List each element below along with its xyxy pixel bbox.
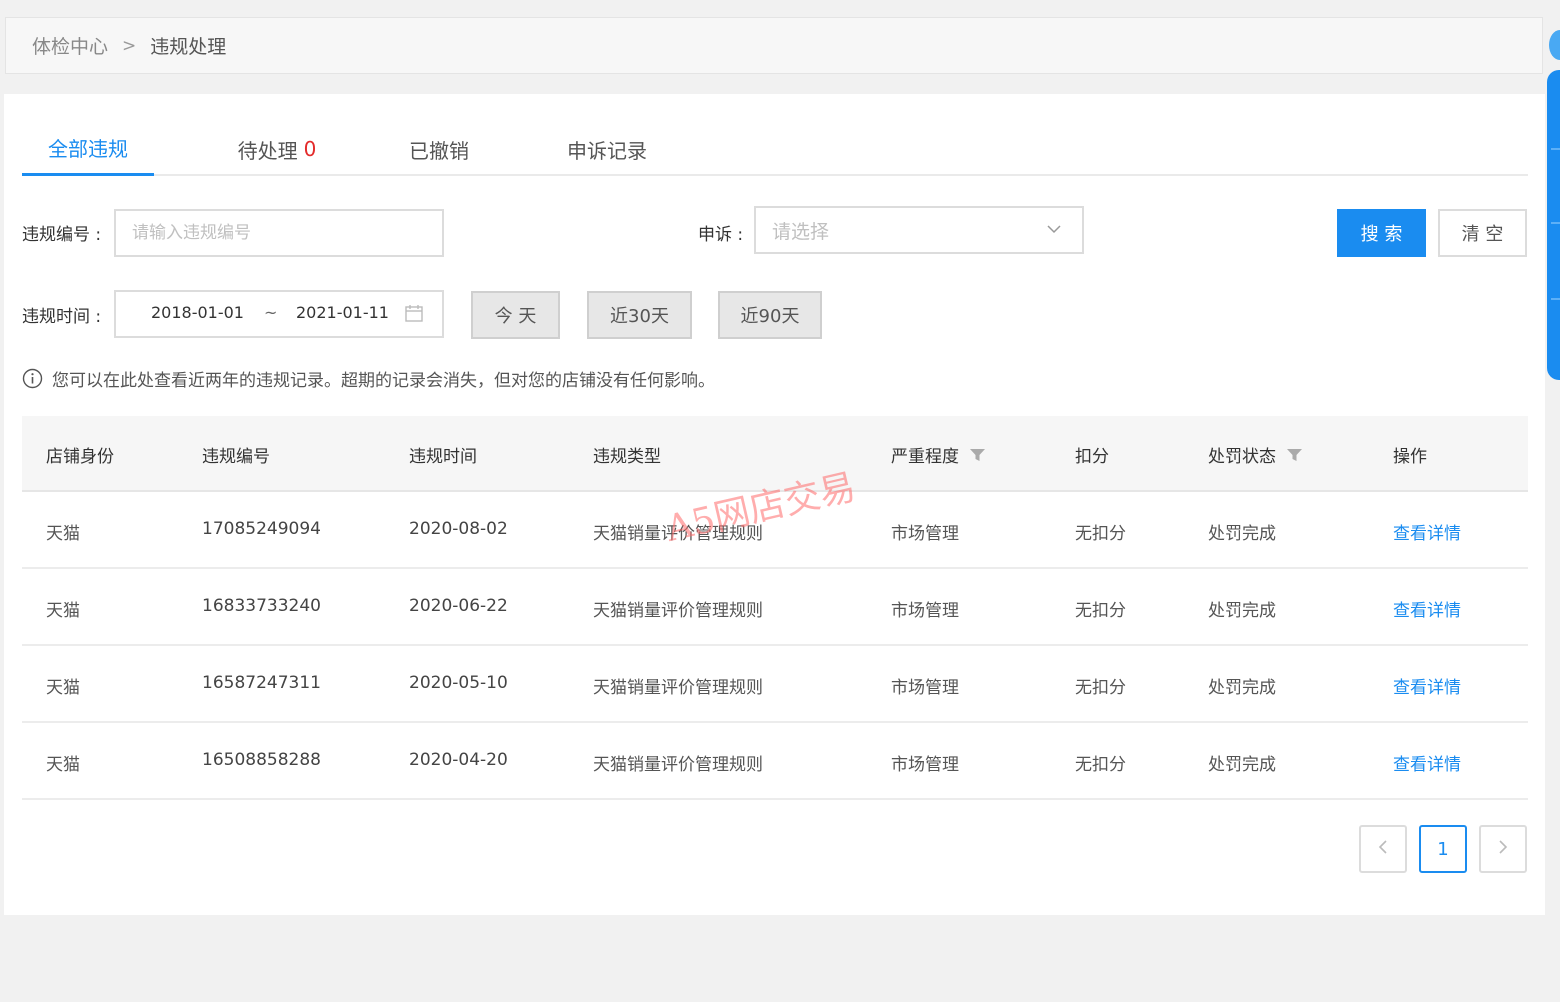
header-deduction: 扣分: [1075, 447, 1109, 467]
cell-severity: 市场管理: [891, 755, 959, 775]
tab-pending[interactable]: 待处理 0: [212, 122, 342, 176]
violation-no-input[interactable]: [114, 209, 444, 257]
breadcrumb-root[interactable]: 体检中心: [32, 32, 108, 59]
side-panel-handle[interactable]: [1547, 70, 1560, 380]
cell-violation-no: 17085249094: [202, 519, 321, 539]
table-row: 天猫 16833733240 2020-06-22 天猫销量评价管理规则 市场管…: [22, 569, 1528, 646]
page-number-button[interactable]: 1: [1419, 825, 1467, 873]
cell-violation-no: 16833733240: [202, 596, 321, 616]
violation-time-label: 违规时间 :: [22, 307, 102, 327]
chevron-left-icon: [1376, 839, 1390, 860]
info-icon: [22, 368, 43, 389]
cell-deduction: 无扣分: [1075, 755, 1126, 775]
cell-violation-time: 2020-08-02: [409, 519, 508, 539]
header-violation-no: 违规编号: [202, 447, 270, 467]
side-float-icon[interactable]: [1549, 30, 1560, 60]
cell-severity: 市场管理: [891, 678, 959, 698]
date-range-separator: ~: [264, 303, 278, 322]
table-row: 天猫 16587247311 2020-05-10 天猫销量评价管理规则 市场管…: [22, 646, 1528, 723]
header-violation-time: 违规时间: [409, 447, 477, 467]
cell-violation-time: 2020-06-22: [409, 596, 508, 616]
cell-penalty-status: 处罚完成: [1208, 678, 1276, 698]
cell-shop-identity: 天猫: [46, 755, 80, 775]
header-actions: 操作: [1393, 447, 1427, 467]
cell-severity: 市场管理: [891, 524, 959, 544]
date-range-picker[interactable]: 2018-01-01 ~ 2021-01-11: [114, 290, 444, 338]
view-details-link[interactable]: 查看详情: [1393, 596, 1461, 621]
retention-notice: 您可以在此处查看近两年的违规记录。超期的记录会消失，但对您的店铺没有任何影响。: [22, 366, 715, 391]
tab-revoked[interactable]: 已撤销: [392, 122, 486, 176]
table-row: 天猫 17085249094 2020-08-02 天猫销量评价管理规则 市场管…: [22, 492, 1528, 569]
cell-penalty-status: 处罚完成: [1208, 755, 1276, 775]
cell-deduction: 无扣分: [1075, 601, 1126, 621]
cell-violation-time: 2020-04-20: [409, 750, 508, 770]
clear-button[interactable]: 清 空: [1438, 209, 1527, 257]
tab-label: 待处理: [237, 138, 298, 163]
cell-shop-identity: 天猫: [46, 601, 80, 621]
chevron-down-icon: [1046, 220, 1062, 242]
handle-divider: [1551, 298, 1560, 300]
filter-icon[interactable]: [1286, 447, 1303, 463]
notice-text: 您可以在此处查看近两年的违规记录。超期的记录会消失，但对您的店铺没有任何影响。: [52, 371, 715, 391]
tab-label: 申诉记录: [567, 138, 647, 163]
view-details-link[interactable]: 查看详情: [1393, 673, 1461, 698]
quick-today-button[interactable]: 今 天: [471, 291, 560, 339]
appeal-select-placeholder: 请选择: [772, 220, 830, 243]
cell-shop-identity: 天猫: [46, 678, 80, 698]
appeal-label: 申诉 :: [698, 225, 744, 245]
violations-table: 店铺身份 违规编号 违规时间 违规类型 严重程度 扣分 处罚状态 操作 天猫 1…: [22, 416, 1528, 800]
tab-appeal-records[interactable]: 申诉记录: [554, 122, 660, 176]
cell-penalty-status: 处罚完成: [1208, 601, 1276, 621]
cell-deduction: 无扣分: [1075, 524, 1126, 544]
calendar-icon: [404, 303, 424, 327]
breadcrumb: 体检中心 > 违规处理: [5, 17, 1543, 74]
table-header: 店铺身份 违规编号 违规时间 违规类型 严重程度 扣分 处罚状态 操作: [22, 416, 1528, 492]
header-severity[interactable]: 严重程度: [891, 442, 986, 467]
cell-shop-identity: 天猫: [46, 524, 80, 544]
tab-label: 全部违规: [48, 137, 128, 161]
tab-bar: 全部违规 待处理 0 已撤销 申诉记录: [22, 122, 1528, 176]
violation-no-label: 违规编号 :: [22, 225, 102, 245]
breadcrumb-separator: >: [122, 35, 137, 56]
prev-page-button[interactable]: [1359, 825, 1407, 873]
tab-all-violations[interactable]: 全部违规: [22, 122, 154, 176]
cell-penalty-status: 处罚完成: [1208, 524, 1276, 544]
cell-violation-type: 天猫销量评价管理规则: [593, 678, 763, 698]
cell-deduction: 无扣分: [1075, 678, 1126, 698]
date-start: 2018-01-01: [151, 303, 244, 322]
cell-violation-type: 天猫销量评价管理规则: [593, 601, 763, 621]
pending-count-badge: 0: [303, 137, 317, 161]
main-panel: 全部违规 待处理 0 已撤销 申诉记录 违规编号 : 申诉 : 请选择 搜 索 …: [4, 94, 1545, 915]
filter-icon[interactable]: [969, 447, 986, 463]
date-end: 2021-01-11: [296, 303, 389, 322]
chevron-right-icon: [1496, 839, 1510, 860]
quick-90-days-button[interactable]: 近90天: [718, 291, 822, 339]
header-shop-identity: 店铺身份: [46, 447, 114, 467]
tab-label: 已撤销: [409, 138, 469, 163]
table-row: 天猫 16508858288 2020-04-20 天猫销量评价管理规则 市场管…: [22, 723, 1528, 800]
search-button[interactable]: 搜 索: [1337, 209, 1426, 257]
quick-30-days-button[interactable]: 近30天: [587, 291, 692, 339]
handle-divider: [1551, 222, 1560, 224]
view-details-link[interactable]: 查看详情: [1393, 750, 1461, 775]
appeal-select[interactable]: 请选择: [754, 206, 1084, 254]
header-penalty-status[interactable]: 处罚状态: [1208, 442, 1303, 467]
handle-divider: [1551, 148, 1560, 150]
breadcrumb-current: 违规处理: [150, 36, 227, 58]
cell-violation-type: 天猫销量评价管理规则: [593, 524, 763, 544]
cell-severity: 市场管理: [891, 601, 959, 621]
next-page-button[interactable]: [1479, 825, 1527, 873]
cell-violation-no: 16508858288: [202, 750, 321, 770]
header-violation-type: 违规类型: [593, 447, 661, 467]
view-details-link[interactable]: 查看详情: [1393, 519, 1461, 544]
cell-violation-type: 天猫销量评价管理规则: [593, 755, 763, 775]
cell-violation-no: 16587247311: [202, 673, 321, 693]
cell-violation-time: 2020-05-10: [409, 673, 508, 693]
